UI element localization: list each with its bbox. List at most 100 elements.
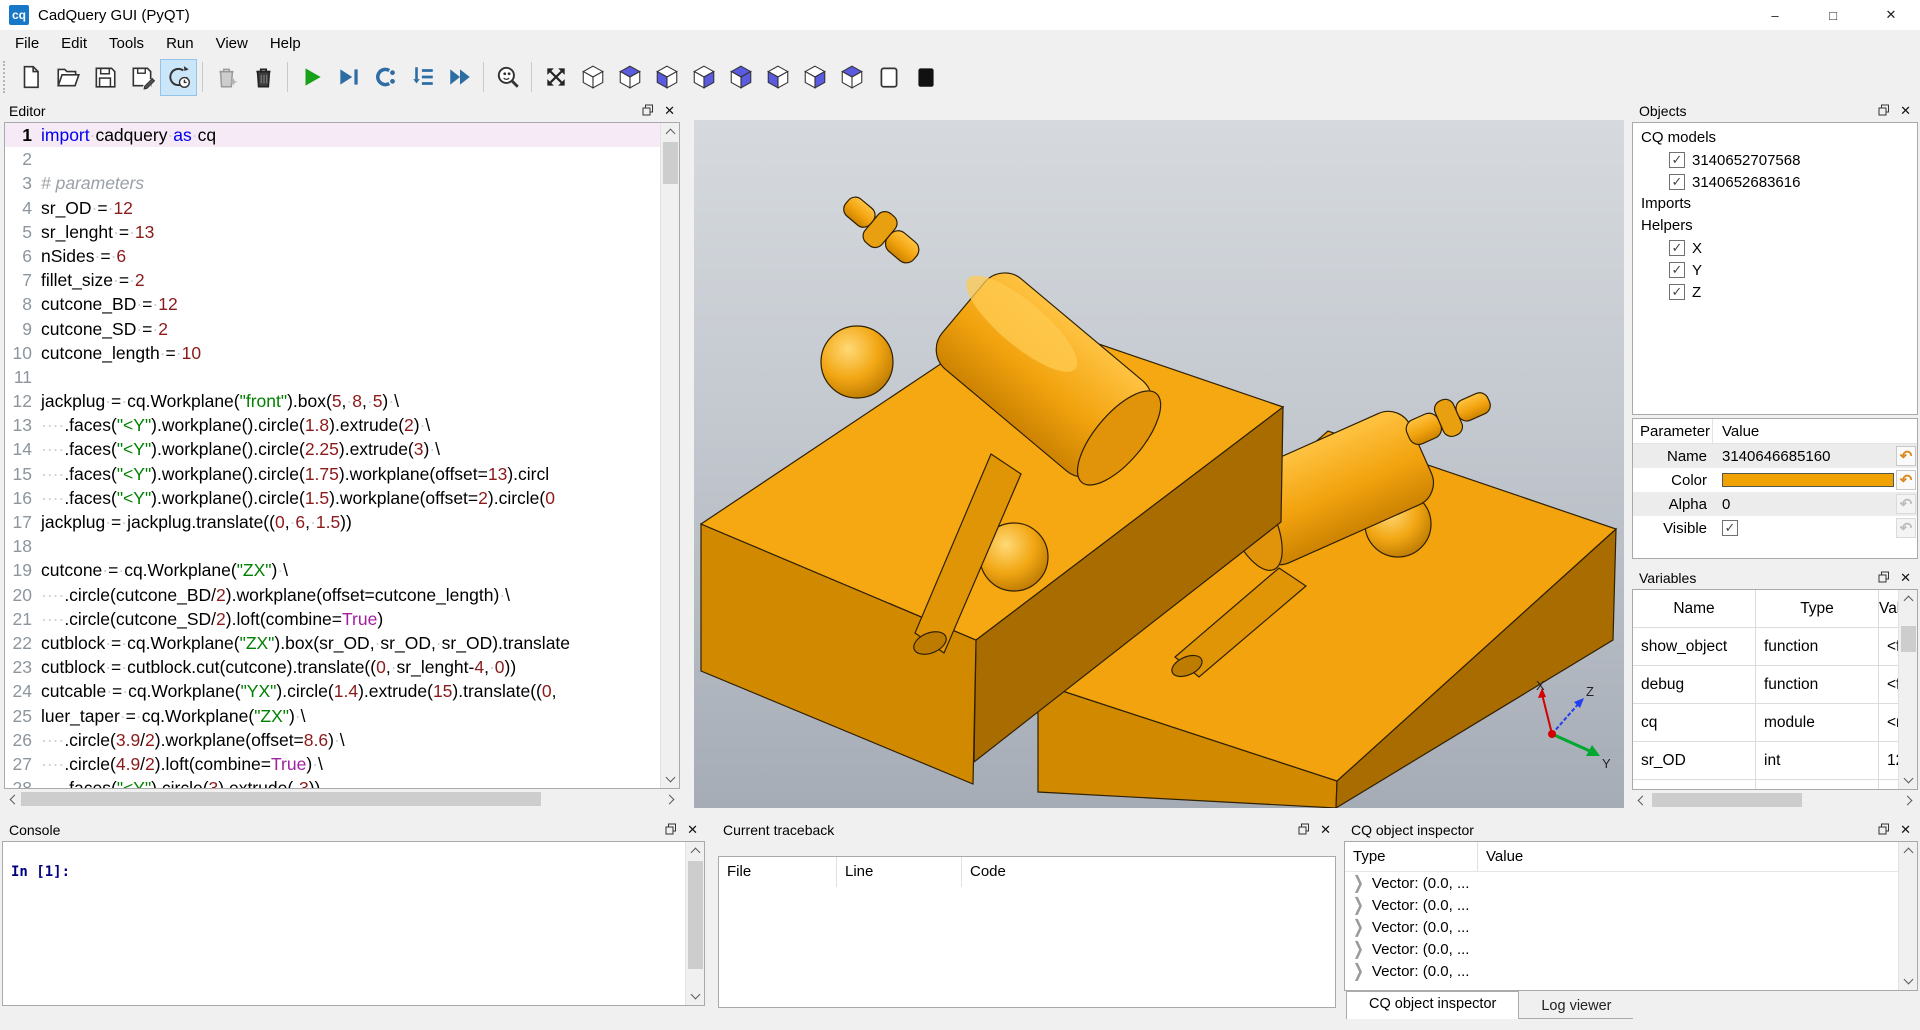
save-button[interactable] bbox=[86, 59, 123, 96]
menu-file[interactable]: File bbox=[4, 32, 50, 55]
scroll-left-button[interactable] bbox=[1632, 791, 1649, 809]
console-area[interactable]: In [1]: bbox=[2, 841, 705, 1006]
expand-chevron-icon[interactable]: ❯ bbox=[1353, 894, 1364, 916]
inspector-row-4[interactable]: ❯Vector: (0.0, ... bbox=[1345, 938, 1917, 960]
variables-column-type[interactable]: Type bbox=[1756, 590, 1879, 627]
expand-chevron-icon[interactable]: ❯ bbox=[1353, 872, 1364, 894]
editor-vertical-scrollbar[interactable] bbox=[660, 123, 679, 788]
type-column-header[interactable]: Type bbox=[1345, 842, 1478, 871]
wireframe-button[interactable] bbox=[870, 59, 907, 96]
expand-chevron-icon[interactable]: ❯ bbox=[1353, 960, 1364, 982]
debug-button[interactable] bbox=[330, 59, 367, 96]
param-value[interactable] bbox=[1713, 473, 1896, 487]
checkbox-3140652707568[interactable]: ✓ bbox=[1669, 152, 1685, 168]
new-file-button[interactable] bbox=[12, 59, 49, 96]
expand-chevron-icon[interactable]: ❯ bbox=[1353, 916, 1364, 938]
float-dock-icon[interactable] bbox=[642, 103, 654, 119]
variable-row-show_object[interactable]: show_objectfunction<f bbox=[1633, 628, 1917, 666]
scroll-left-button[interactable] bbox=[4, 790, 21, 808]
3d-viewport[interactable]: X Z Y bbox=[694, 120, 1624, 808]
close-dock-icon[interactable]: ✕ bbox=[1900, 570, 1911, 586]
color-swatch[interactable] bbox=[1722, 473, 1894, 487]
float-dock-icon[interactable] bbox=[1298, 822, 1310, 838]
param-value[interactable]: ✓ bbox=[1713, 520, 1896, 536]
continue-button[interactable] bbox=[441, 59, 478, 96]
tree-item-3140652707568[interactable]: ✓3140652707568 bbox=[1633, 149, 1917, 171]
view-cube-6-button[interactable] bbox=[759, 59, 796, 96]
inspector-dock-titlebar[interactable]: CQ object inspector ✕ bbox=[1344, 818, 1918, 841]
menu-run[interactable]: Run bbox=[155, 32, 205, 55]
close-dock-icon[interactable]: ✕ bbox=[1320, 822, 1331, 838]
delete-all-button[interactable] bbox=[245, 59, 282, 96]
inspector-row-5[interactable]: ❯Vector: (0.0, ... bbox=[1345, 960, 1917, 982]
view-cube-3-button[interactable] bbox=[648, 59, 685, 96]
variables-dock-titlebar[interactable]: Variables ✕ bbox=[1632, 566, 1918, 589]
view-cube-1-button[interactable] bbox=[574, 59, 611, 96]
reset-color-button[interactable]: ↶ bbox=[1896, 470, 1916, 490]
float-dock-icon[interactable] bbox=[665, 822, 677, 838]
variable-row-debug[interactable]: debugfunction<f bbox=[1633, 666, 1917, 704]
save-as-button[interactable] bbox=[123, 59, 160, 96]
close-dock-icon[interactable]: ✕ bbox=[1900, 822, 1911, 838]
view-cube-2-button[interactable] bbox=[611, 59, 648, 96]
menu-tools[interactable]: Tools bbox=[98, 32, 155, 55]
scroll-right-button[interactable] bbox=[1901, 791, 1918, 809]
value-column-header[interactable]: Value bbox=[1478, 842, 1917, 871]
scroll-up-button[interactable] bbox=[661, 123, 680, 140]
close-dock-icon[interactable]: ✕ bbox=[687, 822, 698, 838]
scroll-down-button[interactable] bbox=[661, 771, 680, 788]
step-button[interactable] bbox=[367, 59, 404, 96]
menu-view[interactable]: View bbox=[205, 32, 259, 55]
close-dock-icon[interactable]: ✕ bbox=[1900, 103, 1911, 119]
checkbox-3140652683616[interactable]: ✓ bbox=[1669, 174, 1685, 190]
tree-item-Z[interactable]: ✓Z bbox=[1633, 281, 1917, 303]
scroll-up-button[interactable] bbox=[1899, 590, 1918, 607]
param-value[interactable]: 3140646685160 bbox=[1713, 448, 1896, 465]
visible-checkbox[interactable]: ✓ bbox=[1722, 520, 1738, 536]
step-into-button[interactable] bbox=[404, 59, 441, 96]
traceback-column-code[interactable]: Code bbox=[962, 857, 1335, 887]
view-cube-4-button[interactable] bbox=[685, 59, 722, 96]
variables-column-name[interactable]: Name bbox=[1633, 590, 1756, 627]
inspector-row-1[interactable]: ❯Vector: (0.0, ... bbox=[1345, 872, 1917, 894]
editor-horizontal-scrollbar[interactable] bbox=[4, 790, 680, 808]
tree-group-imports[interactable]: Imports bbox=[1633, 193, 1917, 215]
menu-edit[interactable]: Edit bbox=[50, 32, 98, 55]
param-value[interactable]: 0 bbox=[1713, 496, 1896, 513]
reload-button[interactable] bbox=[160, 59, 197, 96]
variable-row-sr_OD[interactable]: sr_ODint12 bbox=[1633, 742, 1917, 780]
run-button[interactable] bbox=[293, 59, 330, 96]
traceback-column-file[interactable]: File bbox=[719, 857, 837, 887]
scroll-down-button[interactable] bbox=[1899, 973, 1918, 990]
traceback-column-line[interactable]: Line bbox=[837, 857, 962, 887]
console-dock-titlebar[interactable]: Console ✕ bbox=[2, 818, 705, 841]
tree-group-helpers[interactable]: Helpers bbox=[1633, 215, 1917, 237]
reset-visible-button[interactable]: ↶ bbox=[1896, 518, 1916, 538]
inspector-row-2[interactable]: ❯Vector: (0.0, ... bbox=[1345, 894, 1917, 916]
delete-unused-button[interactable] bbox=[208, 59, 245, 96]
float-dock-icon[interactable] bbox=[1878, 570, 1890, 586]
tab-cq-object-inspector[interactable]: CQ object inspector bbox=[1346, 991, 1519, 1019]
value-column-header[interactable]: Value bbox=[1713, 419, 1759, 443]
checkbox-Z[interactable]: ✓ bbox=[1669, 284, 1685, 300]
close-button[interactable]: ✕ bbox=[1862, 0, 1920, 30]
reset-name-button[interactable]: ↶ bbox=[1896, 446, 1916, 466]
open-file-button[interactable] bbox=[49, 59, 86, 96]
scroll-up-button[interactable] bbox=[686, 842, 705, 859]
reset-alpha-button[interactable]: ↶ bbox=[1896, 494, 1916, 514]
objects-dock-titlebar[interactable]: Objects ✕ bbox=[1632, 99, 1918, 122]
tree-group-cq-models[interactable]: CQ models bbox=[1633, 127, 1917, 149]
minimize-button[interactable]: – bbox=[1746, 0, 1804, 30]
traceback-dock-titlebar[interactable]: Current traceback ✕ bbox=[716, 818, 1338, 841]
inspector-row-3[interactable]: ❯Vector: (0.0, ... bbox=[1345, 916, 1917, 938]
code-editor[interactable]: 1import·cadquery·as·cq23# parameters4sr_… bbox=[4, 122, 680, 789]
scroll-up-button[interactable] bbox=[1899, 842, 1918, 859]
checkbox-Y[interactable]: ✓ bbox=[1669, 262, 1685, 278]
scroll-down-button[interactable] bbox=[1899, 772, 1918, 789]
inspect-code-button[interactable] bbox=[489, 59, 526, 96]
tree-item-X[interactable]: ✓X bbox=[1633, 237, 1917, 259]
variables-vertical-scrollbar[interactable] bbox=[1898, 590, 1917, 789]
scroll-down-button[interactable] bbox=[686, 988, 705, 1005]
float-dock-icon[interactable] bbox=[1878, 103, 1890, 119]
view-cube-8-button[interactable] bbox=[833, 59, 870, 96]
